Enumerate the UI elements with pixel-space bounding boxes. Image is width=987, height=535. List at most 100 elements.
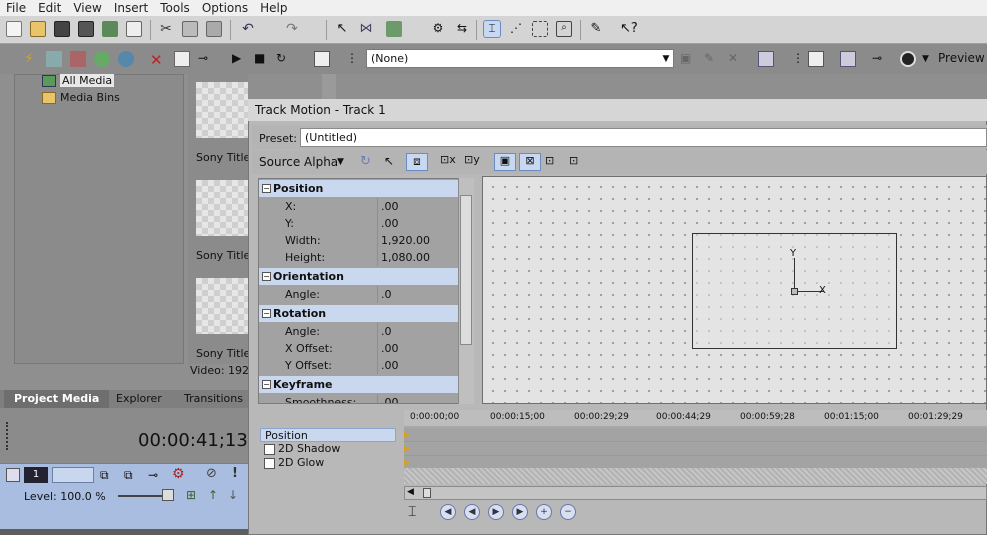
collapse-icon[interactable]: − [262, 380, 271, 389]
views-icon[interactable] [314, 51, 330, 67]
menu-tools[interactable]: Tools [154, 0, 196, 16]
tab-transitions[interactable]: Transitions [174, 390, 253, 408]
whats-this-help-icon[interactable]: ↖? [620, 21, 638, 37]
compositing-mode-icon[interactable]: ⧉ [100, 468, 109, 483]
new-icon[interactable] [6, 21, 22, 37]
drag-handle[interactable] [6, 422, 10, 450]
track-fx-icon[interactable]: ⊸ [148, 468, 158, 482]
panel-menu-icon[interactable]: ⋮ [792, 51, 808, 67]
prop-x-offset[interactable]: X Offset: .00 [259, 340, 459, 357]
menu-help[interactable]: Help [254, 0, 293, 16]
level-slider-handle[interactable] [162, 489, 174, 501]
prevent-y-movement-icon[interactable]: ⊡ [569, 154, 578, 167]
import-media-icon[interactable] [46, 51, 62, 67]
prop-orientation-angle[interactable]: Angle: .0 [259, 286, 459, 303]
get-media-icon[interactable] [94, 51, 110, 67]
first-keyframe-icon[interactable]: ◀ [440, 504, 456, 520]
add-keyframe-icon[interactable]: + [536, 504, 552, 520]
plugin-chain-icon[interactable]: ⊸ [198, 51, 214, 67]
prop-height[interactable]: Height: 1,080.00 [259, 249, 459, 266]
ripple-edit-icon[interactable]: ⇆ [454, 21, 470, 37]
selection-tool-icon[interactable] [532, 21, 548, 37]
keyframe-track-2d-glow[interactable]: 2D Glow [260, 456, 396, 470]
timeline-ruler[interactable]: 0:00:00;00 00:00:15;00 00:00:29;29 00:00… [404, 410, 987, 426]
prop-y[interactable]: Y: .00 [259, 215, 459, 232]
delete-keyframe-icon[interactable]: − [560, 504, 576, 520]
paste-icon[interactable] [206, 21, 222, 37]
keyframe-marker-icon[interactable]: ▶ [404, 444, 410, 453]
panel-menu-icon[interactable]: ⋮ [346, 51, 362, 67]
collapse-icon[interactable]: − [262, 309, 271, 318]
fx-edit-icon[interactable]: ✎ [704, 51, 720, 67]
keyframe-marker-icon[interactable]: ▶ [404, 430, 410, 439]
split-icon[interactable]: ✎ [588, 21, 604, 37]
preset-input[interactable]: (Untitled) [300, 128, 987, 147]
keyframe-track-position[interactable]: Position [260, 428, 396, 442]
ripple-icon[interactable]: ⚙ [430, 21, 446, 37]
composite-child-icon[interactable]: ⊞ [186, 488, 196, 502]
lock-x-icon[interactable]: ⊡x [440, 153, 456, 166]
menu-edit[interactable]: Edit [32, 0, 67, 16]
menu-insert[interactable]: Insert [108, 0, 154, 16]
scale-about-center-icon[interactable]: ⊠ [519, 153, 541, 171]
delete-icon[interactable]: ✕ [150, 51, 166, 69]
envelope-tool-icon[interactable]: ⋰ [508, 21, 524, 37]
scroll-left-icon[interactable]: ◀ [407, 487, 414, 497]
properties-icon[interactable] [174, 51, 190, 67]
redo-icon[interactable]: ↷ [284, 21, 300, 37]
media-thumbnail[interactable] [196, 82, 248, 138]
category-position[interactable]: − Position [259, 180, 459, 197]
prop-x[interactable]: X: .00 [259, 198, 459, 215]
gear-icon[interactable]: ⚙ [172, 466, 185, 482]
prop-width[interactable]: Width: 1,920.00 [259, 232, 459, 249]
keyframe-lane[interactable] [404, 428, 987, 442]
collapse-icon[interactable]: − [262, 272, 271, 281]
media-fx-icon[interactable] [118, 51, 134, 67]
3d-box-icon[interactable]: ⧈ [406, 153, 428, 171]
stop-icon[interactable]: ■ [254, 51, 270, 67]
preview-dropdown-icon[interactable]: ▼ [922, 51, 938, 67]
checkbox[interactable] [264, 443, 275, 455]
category-keyframe[interactable]: − Keyframe [259, 376, 459, 393]
zoom-tool-icon[interactable]: ⌕ [556, 21, 572, 37]
menu-view[interactable]: View [67, 0, 107, 16]
mute-icon[interactable]: ⊘ [206, 466, 217, 481]
normal-edit-tool-icon[interactable]: ⌶ [483, 20, 501, 38]
preview-quality-label[interactable]: Preview [938, 51, 985, 65]
prop-smoothness[interactable]: Smoothness: .00 [259, 394, 459, 403]
scrollbar-thumb[interactable] [423, 488, 431, 498]
video-fx-select[interactable]: (None) [366, 49, 674, 68]
timeline-scrollbar[interactable]: ◀ [404, 486, 987, 500]
prop-rotation-angle[interactable]: Angle: .0 [259, 323, 459, 340]
category-rotation[interactable]: − Rotation [259, 305, 459, 322]
sync-cursor-icon[interactable]: ⌶ [408, 504, 416, 520]
keyframe-track-2d-shadow[interactable]: 2D Shadow [260, 442, 396, 456]
tree-item-media-bins[interactable]: Media Bins [42, 91, 120, 104]
auto-preview-icon[interactable]: ↻ [276, 51, 292, 67]
save-as-icon[interactable] [78, 21, 94, 37]
lock-y-icon[interactable]: ⊡y [464, 153, 480, 166]
solo-icon[interactable]: ! [232, 466, 238, 481]
keyframe-lane[interactable] [404, 442, 987, 456]
tree-item-all-media[interactable]: All Media [42, 74, 115, 87]
copy-icon[interactable] [182, 21, 198, 37]
chevron-down-icon[interactable]: ▼ [337, 157, 344, 167]
media-thumbnail[interactable] [196, 180, 248, 236]
explorer-icon[interactable]: ⚡ [24, 51, 40, 67]
prev-keyframe-icon[interactable]: ◀ [464, 504, 480, 520]
checkbox[interactable] [264, 457, 275, 469]
edit-in-place-icon[interactable]: ↖ [384, 154, 394, 168]
preview-monitor-icon[interactable] [758, 51, 774, 67]
make-compositing-child-icon[interactable]: ↑ [208, 488, 218, 502]
collapse-icon[interactable]: − [262, 184, 271, 193]
center-handle[interactable] [791, 288, 798, 295]
move-in-object-space-icon[interactable]: ▣ [494, 153, 516, 171]
open-icon[interactable] [30, 21, 46, 37]
auto-crossfade-icon[interactable]: ⋈ [358, 21, 374, 37]
dialog-title[interactable]: Track Motion - Track 1 [248, 99, 987, 121]
properties-icon[interactable] [126, 21, 142, 37]
make-compositing-parent-icon[interactable]: ↓ [228, 488, 238, 502]
last-keyframe-icon[interactable]: ▶ [512, 504, 528, 520]
track-name-field[interactable] [52, 467, 94, 483]
scrollbar-thumb[interactable] [460, 195, 472, 345]
